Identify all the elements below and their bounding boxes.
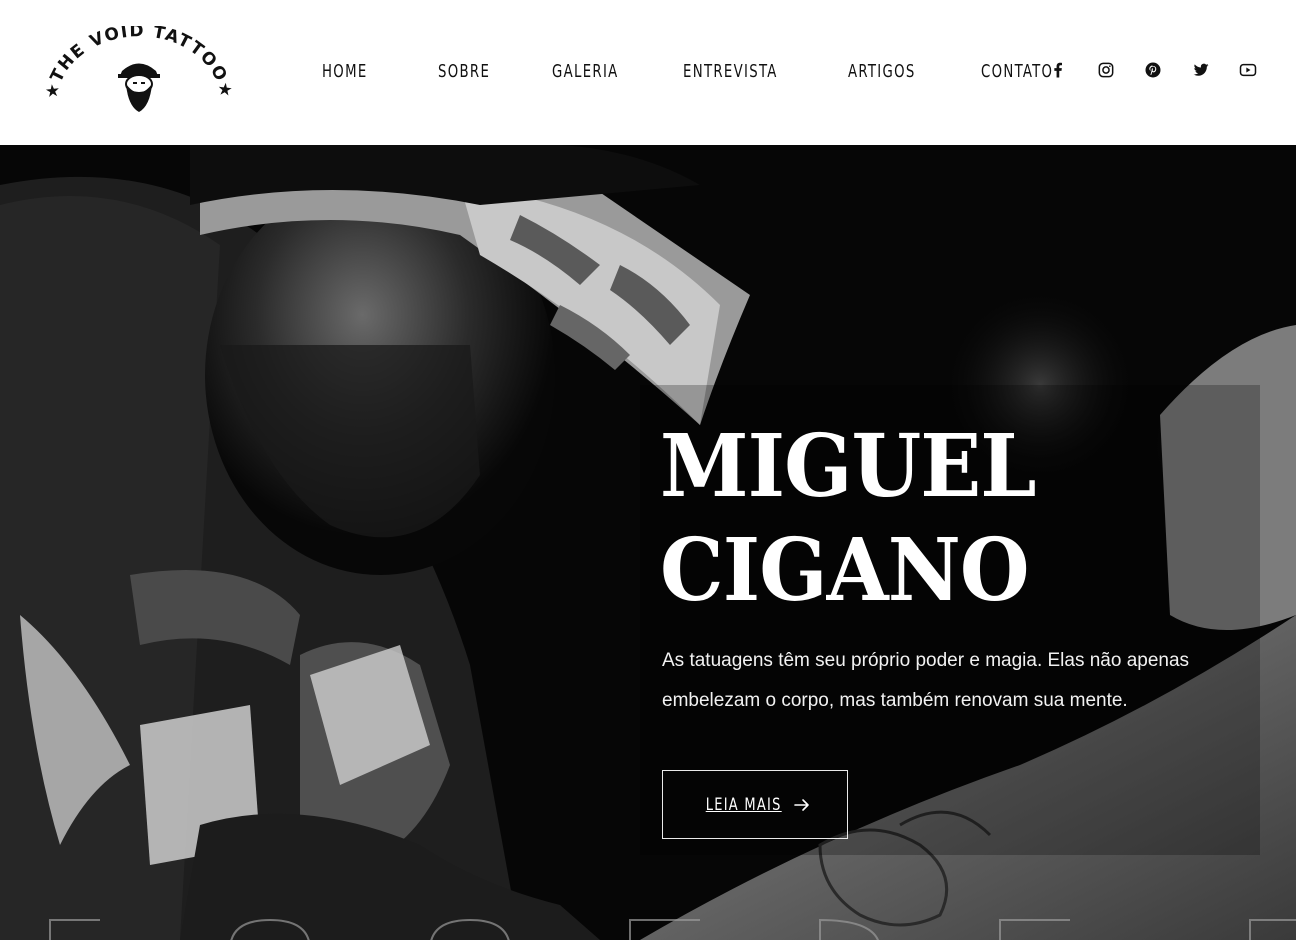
youtube-icon[interactable] (1236, 58, 1260, 82)
arrow-right-icon (793, 798, 809, 811)
site-header: ★THE VOID TATTOO★ HOME SOBRE GALERIA ENT… (0, 0, 1296, 145)
hero-title: MIGUEL CIGANO (660, 415, 1218, 623)
instagram-icon[interactable] (1094, 58, 1118, 82)
hero-description: As tatuagens têm seu próprio poder e mag… (662, 650, 1190, 711)
nav-item-sobre[interactable]: SOBRE (438, 59, 490, 85)
site-logo[interactable]: ★THE VOID TATTOO★ (44, 26, 234, 118)
facebook-icon[interactable] (1046, 58, 1070, 82)
hero-title-line2: CIGANO (660, 520, 1030, 621)
read-more-label: LEIA MAIS (706, 794, 782, 815)
nav-item-contato[interactable]: CONTATO (981, 59, 1053, 85)
bearded-man-cap-icon (118, 63, 160, 112)
main-nav: HOME SOBRE GALERIA ENTREVISTA ARTIGOS CO… (322, 59, 1119, 85)
pinterest-icon[interactable] (1141, 58, 1165, 82)
twitter-icon[interactable] (1189, 58, 1213, 82)
nav-item-entrevista[interactable]: ENTREVISTA (683, 59, 778, 85)
hero-title-line1: MIGUEL (660, 416, 1037, 517)
social-links (1046, 58, 1284, 82)
nav-item-home[interactable]: HOME (322, 59, 376, 85)
nav-item-galeria[interactable]: GALERIA (552, 59, 619, 85)
logo-graphic: ★THE VOID TATTOO★ (44, 26, 234, 112)
background-outline-decoration (49, 918, 1296, 940)
nav-item-artigos[interactable]: ARTIGOS (848, 59, 916, 85)
read-more-button[interactable]: LEIA MAIS (662, 770, 848, 839)
hero-section: MIGUEL CIGANO As tatuagens têm seu própr… (0, 145, 1296, 940)
